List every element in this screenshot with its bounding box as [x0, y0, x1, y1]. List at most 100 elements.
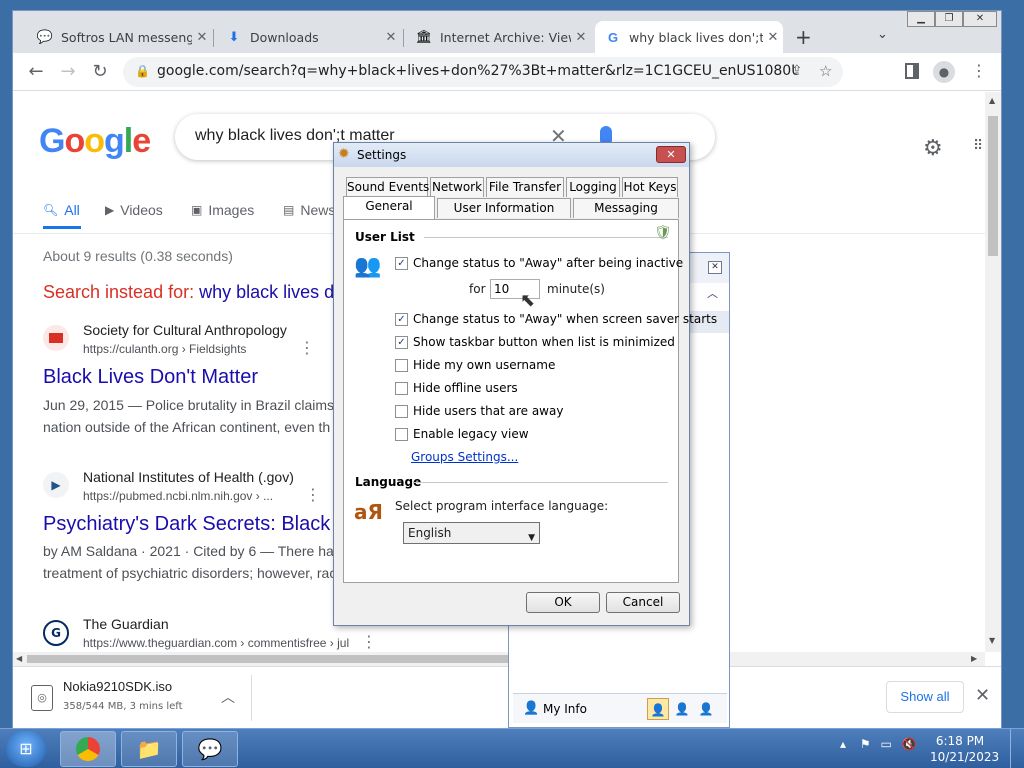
- window-close-icon[interactable]: ✕: [963, 11, 997, 27]
- close-icon[interactable]: ✕: [763, 30, 783, 45]
- tab-user-information[interactable]: User Information: [437, 198, 571, 218]
- tab-downloads[interactable]: ⬇ Downloads ✕: [216, 21, 401, 53]
- chevron-up-icon[interactable]: ︿: [707, 285, 718, 301]
- result-title[interactable]: Psychiatry's Dark Secrets: Black: [43, 513, 330, 536]
- google-logo[interactable]: Google: [39, 122, 151, 161]
- result-url[interactable]: https://culanth.org › Fieldsights: [83, 342, 246, 356]
- volume-muted-icon[interactable]: 🔇: [902, 737, 917, 751]
- scroll-down-icon[interactable]: ▼: [989, 636, 995, 645]
- checkbox-away-inactive[interactable]: ✓ Change status to "Away" after being in…: [395, 256, 683, 270]
- iso-file-icon[interactable]: ◎: [31, 685, 53, 711]
- result-url[interactable]: https://www.theguardian.com › commentisf…: [83, 636, 349, 650]
- language-select[interactable]: English ▼: [403, 522, 540, 544]
- gear-icon[interactable]: ⚙: [923, 136, 943, 161]
- result-source[interactable]: National Institutes of Health (.gov): [83, 469, 294, 485]
- chevron-up-icon[interactable]: ︿: [221, 687, 235, 707]
- taskbar-softros-icon[interactable]: 💬: [182, 731, 238, 767]
- show-desktop-button[interactable]: [1010, 729, 1024, 768]
- windows-start-icon[interactable]: ⊞: [6, 731, 46, 767]
- horizontal-scrollbar[interactable]: ◀ ▶: [13, 652, 985, 666]
- search-instead-link[interactable]: why black lives d: [199, 282, 334, 302]
- close-icon[interactable]: ✕: [708, 261, 722, 274]
- minimize-icon[interactable]: ▁: [907, 11, 935, 27]
- dialog-close-button[interactable]: ✕: [656, 146, 686, 163]
- kebab-menu-icon[interactable]: ⋮: [299, 338, 315, 357]
- tab-file-transfer[interactable]: File Transfer: [486, 177, 564, 197]
- status-offline-icon[interactable]: 👤: [695, 698, 717, 720]
- star-icon[interactable]: ☆: [819, 62, 832, 80]
- share-icon[interactable]: ⇪: [791, 63, 803, 79]
- checkbox-box[interactable]: ✓: [395, 256, 408, 270]
- tab-internet-archive[interactable]: 🏛 Internet Archive: View A ✕: [406, 21, 591, 53]
- tab-general[interactable]: General: [343, 196, 435, 219]
- scroll-left-icon[interactable]: ◀: [16, 654, 22, 663]
- result-source[interactable]: Society for Cultural Anthropology: [83, 322, 287, 338]
- status-online-icon[interactable]: 👤: [647, 698, 669, 720]
- tab-hot-keys[interactable]: Hot Keys: [622, 177, 678, 197]
- apps-grid-icon[interactable]: ⠿: [973, 138, 983, 154]
- gtab-images[interactable]: ▣ Images: [191, 202, 254, 218]
- maximize-icon[interactable]: ❐: [935, 11, 963, 27]
- reload-icon[interactable]: ↻: [89, 61, 111, 83]
- checkbox-box[interactable]: ✓: [395, 335, 408, 349]
- tab-messaging[interactable]: Messaging: [573, 198, 679, 218]
- close-icon[interactable]: ✕: [381, 30, 401, 45]
- back-arrow-icon[interactable]: ←: [25, 61, 47, 83]
- tab-search-chevron-icon[interactable]: ⌄: [877, 27, 888, 42]
- side-panel-icon[interactable]: [905, 63, 919, 79]
- search-instead[interactable]: Search instead for: why black lives d: [43, 282, 334, 303]
- tab-network[interactable]: Network: [430, 177, 484, 197]
- chrome-menu-icon[interactable]: ⋮: [971, 61, 987, 80]
- checkbox-box[interactable]: [395, 404, 408, 418]
- checkbox-away-screensaver[interactable]: ✓ Change status to "Away" when screen sa…: [395, 312, 717, 326]
- gtab-all[interactable]: 🔍︎ All: [43, 202, 80, 218]
- scroll-up-icon[interactable]: ▲: [989, 96, 995, 105]
- profile-avatar-icon[interactable]: ●: [933, 61, 955, 83]
- url-text[interactable]: google.com/search?q=why+black+lives+don%…: [157, 63, 797, 79]
- result-url[interactable]: https://pubmed.ncbi.nlm.nih.gov › ...: [83, 489, 273, 503]
- tab-softros[interactable]: 💬 Softros LAN messenger ✕: [27, 21, 212, 53]
- forward-arrow-icon[interactable]: →: [57, 61, 79, 83]
- checkbox-hide-offline[interactable]: Hide offline users: [395, 381, 518, 395]
- show-all-button[interactable]: Show all: [886, 681, 964, 713]
- tab-logging[interactable]: Logging: [566, 177, 620, 197]
- checkbox-box[interactable]: [395, 358, 408, 372]
- kebab-menu-icon[interactable]: ⋮: [305, 485, 321, 504]
- groups-settings-link[interactable]: Groups Settings...: [411, 450, 518, 464]
- taskbar-clock[interactable]: 6:18 PM 10/21/2023: [930, 733, 999, 765]
- result-title[interactable]: Black Lives Don't Matter: [43, 366, 258, 389]
- checkbox-box[interactable]: [395, 381, 408, 395]
- checkbox-legacy-view[interactable]: Enable legacy view: [395, 427, 529, 441]
- kebab-menu-icon[interactable]: ⋮: [361, 632, 377, 651]
- download-filename[interactable]: Nokia9210SDK.iso: [63, 679, 172, 694]
- gtab-news[interactable]: ▤ News: [283, 202, 335, 218]
- checkbox-hide-away[interactable]: Hide users that are away: [395, 404, 563, 418]
- gtab-videos[interactable]: ▶ Videos: [105, 202, 163, 218]
- checkbox-taskbar[interactable]: ✓ Show taskbar button when list is minim…: [395, 335, 675, 349]
- checkbox-hide-own[interactable]: Hide my own username: [395, 358, 555, 372]
- network-error-icon[interactable]: ⚑: [860, 737, 871, 751]
- my-info-label[interactable]: My Info: [543, 702, 587, 716]
- checkbox-box[interactable]: ✓: [395, 312, 408, 326]
- status-away-icon[interactable]: 👤: [671, 698, 693, 720]
- new-tab-plus-icon[interactable]: +: [795, 25, 812, 49]
- dropdown-arrow-icon[interactable]: ▼: [528, 528, 535, 548]
- tab-sound-events[interactable]: Sound Events: [346, 177, 429, 197]
- close-icon[interactable]: ✕: [975, 685, 990, 706]
- vertical-scrollbar[interactable]: ▲ ▼: [985, 92, 1001, 652]
- result-source[interactable]: The Guardian: [83, 616, 169, 632]
- scrollbar-thumb[interactable]: [988, 116, 998, 256]
- address-bar[interactable]: 🔒 google.com/search?q=why+black+lives+do…: [123, 57, 843, 87]
- scroll-right-icon[interactable]: ▶: [971, 654, 977, 663]
- close-icon[interactable]: ✕: [571, 30, 591, 45]
- ok-button[interactable]: OK: [526, 592, 600, 613]
- close-icon[interactable]: ✕: [192, 30, 212, 45]
- scrollbar-thumb[interactable]: [27, 655, 527, 663]
- taskbar-explorer-icon[interactable]: 📁: [121, 731, 177, 767]
- tab-google-search[interactable]: G why black lives don';t m ✕: [595, 21, 783, 53]
- checkbox-box[interactable]: [395, 427, 408, 441]
- tray-chevron-up-icon[interactable]: ▴: [840, 737, 846, 751]
- display-icon[interactable]: ▭: [880, 737, 891, 751]
- taskbar-chrome-icon[interactable]: [60, 731, 116, 767]
- cancel-button[interactable]: Cancel: [606, 592, 680, 613]
